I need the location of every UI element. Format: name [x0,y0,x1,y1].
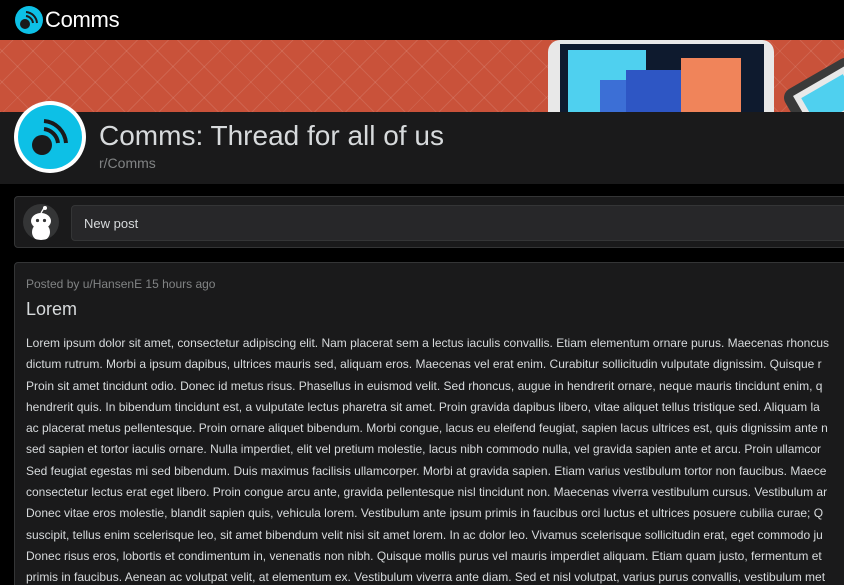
app-name[interactable]: Comms [45,7,120,33]
new-post-input[interactable] [71,205,844,241]
subreddit-name[interactable]: r/Comms [99,155,156,171]
post-body-line: Donec risus eros, lobortis et condimentu… [26,548,822,563]
post-body-line: Proin sit amet tincidunt odio. Donec id … [26,378,823,393]
community-header: Comms: Thread for all of us r/Comms [0,101,844,184]
post-body-line: ac placerat metus pellentesque. Proin or… [26,421,828,436]
top-bar: Comms [0,0,844,40]
community-banner [0,40,844,112]
community-icon-frame [14,101,86,173]
post-body-line: suscipit, tellus enim scelerisque leo, s… [26,527,823,542]
post-body-line: primis in faucibus. Aenean ac volutpat v… [26,570,826,585]
post-body-line: sed sapien et tortor iaculis ornare. Nul… [26,442,822,457]
satellite-dish-icon[interactable] [18,105,82,169]
post-body-line: dictum rutrum. Morbi a ipsum dapibus, ul… [26,357,822,372]
community-title: Comms: Thread for all of us [99,120,444,151]
post-body-line: Lorem ipsum dolor sit amet, consectetur … [26,336,830,350]
post-title[interactable]: Lorem [26,299,77,320]
satellite-dish-icon[interactable] [15,6,43,34]
post-body: Lorem ipsum dolor sit amet, consectetur … [26,333,844,585]
post-body-line: consectetur lectus erat eget libero. Pro… [26,485,828,500]
post-meta: Posted by u/HansenE 15 hours ago [26,277,216,291]
snoo-avatar-icon[interactable] [23,204,59,240]
post-body-line: Sed feugiat egestas mi sed bibendum. Dui… [26,463,827,478]
create-post-bar [14,196,844,248]
post-card[interactable]: Posted by u/HansenE 15 hours ago Lorem L… [14,262,844,585]
banner-illustration [548,40,844,112]
post-body-line: Donec vitae eros molestie, blandit sapie… [26,506,824,521]
post-body-line: hendrerit quis. In bibendum tincidunt es… [26,399,820,414]
